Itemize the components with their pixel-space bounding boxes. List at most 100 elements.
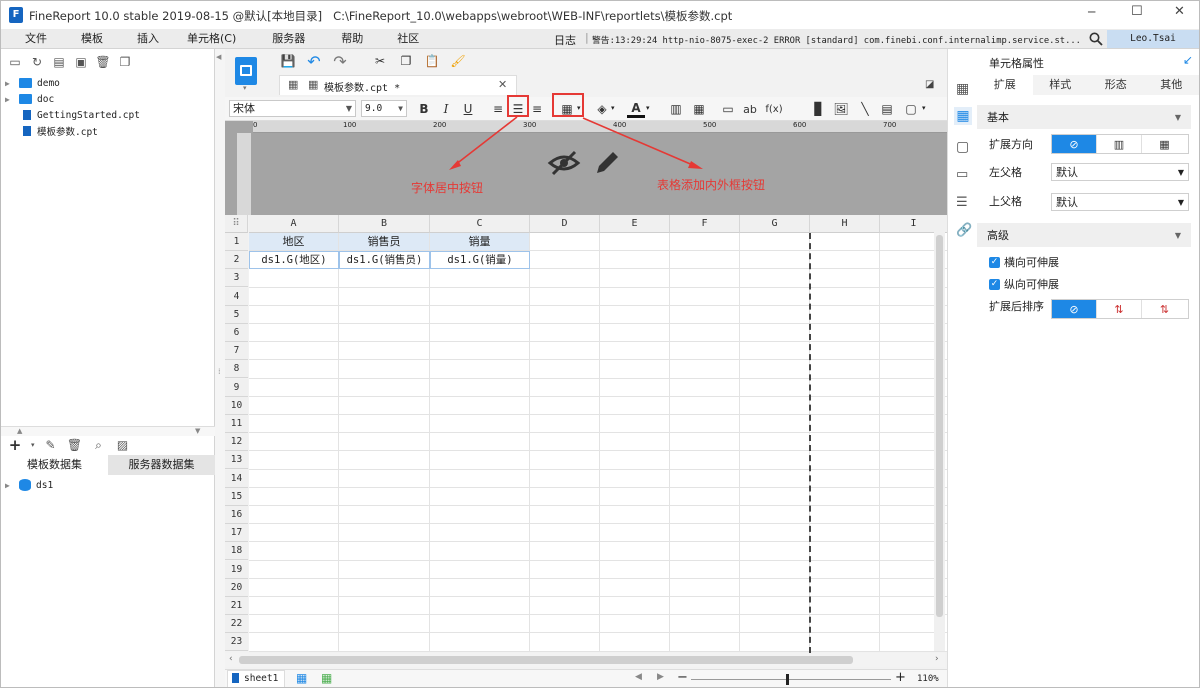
grid-cell[interactable]: [249, 433, 339, 452]
zoom-slider-thumb[interactable]: [786, 674, 789, 685]
editor-tab[interactable]: ▦ ▦ 模板参数.cpt * ✕: [279, 75, 517, 95]
row-header[interactable]: 20: [225, 578, 248, 597]
grid-cell[interactable]: [339, 560, 430, 579]
grid-cell[interactable]: [430, 305, 530, 324]
grid-cell[interactable]: [740, 578, 810, 597]
collapse-panel-icon[interactable]: ↙: [1183, 53, 1193, 67]
grid-cell[interactable]: [740, 251, 810, 270]
grid-cell[interactable]: [530, 342, 600, 361]
grid-cell[interactable]: [430, 451, 530, 470]
grid-cell[interactable]: [810, 560, 880, 579]
new-template-icon[interactable]: ▣: [73, 54, 89, 70]
grid-cell[interactable]: [430, 415, 530, 434]
row-header[interactable]: 6: [225, 324, 248, 342]
grid-cell[interactable]: [600, 524, 670, 543]
zoom-slider-track[interactable]: [691, 679, 891, 680]
grid-cell[interactable]: [430, 560, 530, 579]
tab-other[interactable]: 其他: [1144, 75, 1200, 95]
row-header[interactable]: 4: [225, 287, 248, 306]
v-expand-checkbox[interactable]: ✓ 纵向可伸展: [989, 276, 1059, 292]
grid-cell[interactable]: [430, 542, 530, 561]
grid-cell[interactable]: [249, 615, 339, 634]
grid-cell[interactable]: [249, 378, 339, 397]
grid-cell[interactable]: [670, 433, 740, 452]
grid-cell[interactable]: [530, 287, 600, 306]
grid-cell[interactable]: [740, 342, 810, 361]
delete-icon[interactable]: 🗑: [95, 54, 111, 70]
grid-cell[interactable]: [670, 615, 740, 634]
grid-cell[interactable]: [810, 542, 880, 561]
format-brush-icon[interactable]: 🖌: [449, 52, 467, 70]
up-parent-select[interactable]: 默认 ▼: [1051, 193, 1189, 211]
grid-cell[interactable]: [339, 451, 430, 470]
row-header[interactable]: 8: [225, 360, 248, 379]
add-dataset-icon[interactable]: +: [7, 436, 23, 454]
grid-cell[interactable]: [530, 378, 600, 397]
grid-cell[interactable]: [430, 360, 530, 379]
grid-cell[interactable]: [810, 378, 880, 397]
widget-icon[interactable]: ▭: [956, 167, 968, 182]
grid-cell[interactable]: [530, 251, 600, 270]
row-header[interactable]: 17: [225, 524, 248, 543]
left-parent-select[interactable]: 默认 ▼: [1051, 163, 1189, 181]
grid-cell[interactable]: [670, 342, 740, 361]
grid-cell[interactable]: [670, 487, 740, 506]
grid-cell[interactable]: [810, 469, 880, 488]
horizontal-scroll-thumb[interactable]: [239, 656, 853, 664]
grid-cell[interactable]: [740, 560, 810, 579]
grid-cell[interactable]: [249, 542, 339, 561]
row-header[interactable]: 7: [225, 342, 248, 361]
row-header[interactable]: 21: [225, 597, 248, 615]
grid-cell[interactable]: [249, 560, 339, 579]
grid-cell[interactable]: [810, 269, 880, 288]
close-tab-icon[interactable]: ✕: [498, 78, 507, 91]
vertical-expand-option[interactable]: ▥: [1097, 135, 1142, 153]
sort-descending-icon[interactable]: ⇅: [1142, 300, 1187, 318]
grid-cell[interactable]: [600, 251, 670, 270]
data-cell[interactable]: ds1.G(地区): [249, 251, 339, 270]
grid-cell[interactable]: [249, 396, 339, 415]
grid-cell[interactable]: [249, 487, 339, 506]
grid-cell[interactable]: [670, 597, 740, 616]
basic-section-header[interactable]: 基本 ▼: [977, 105, 1191, 129]
row-header[interactable]: 5: [225, 305, 248, 324]
header-cell[interactable]: 地区: [249, 233, 339, 252]
grid-cell[interactable]: [670, 451, 740, 470]
grid-cell[interactable]: [600, 360, 670, 379]
grid-cell[interactable]: [600, 396, 670, 415]
grid-cell[interactable]: [530, 578, 600, 597]
grid-cell[interactable]: [740, 396, 810, 415]
condition-icon[interactable]: ☰: [956, 195, 968, 210]
grid-cell[interactable]: [600, 233, 670, 252]
grid-cell[interactable]: [670, 578, 740, 597]
advanced-section-header[interactable]: 高级 ▼: [977, 223, 1191, 247]
cell-element-icon[interactable]: ▦: [956, 81, 969, 97]
grid-cell[interactable]: [600, 578, 670, 597]
grid-cell[interactable]: [670, 469, 740, 488]
page-prev-icon[interactable]: ◀: [635, 672, 642, 682]
grid-cell[interactable]: [430, 633, 530, 652]
h-expand-checkbox[interactable]: ✓ 横向可伸展: [989, 254, 1059, 270]
grid-cell[interactable]: [430, 269, 530, 288]
grid-cell[interactable]: [810, 415, 880, 434]
grid-cell[interactable]: [430, 506, 530, 525]
grid-cell[interactable]: [600, 269, 670, 288]
grid-cell[interactable]: [740, 451, 810, 470]
vertical-scroll-thumb[interactable]: [936, 235, 943, 617]
warning-message[interactable]: 警告:13:29:24 http-nio-8075-exec-2 ERROR […: [592, 33, 1085, 46]
row-header[interactable]: 3: [225, 269, 248, 288]
menu-cell[interactable]: 单元格(C): [177, 29, 262, 49]
grid-cell[interactable]: [810, 615, 880, 634]
grid-cell[interactable]: [249, 287, 339, 306]
copy-cells-icon[interactable]: ❐: [397, 52, 415, 70]
refresh-icon[interactable]: ↻: [29, 54, 45, 70]
column-header[interactable]: B: [339, 215, 430, 233]
grid-cell[interactable]: [600, 415, 670, 434]
grid-cell[interactable]: [530, 324, 600, 343]
add-sheet-alt-icon[interactable]: ▦: [321, 671, 332, 685]
column-header[interactable]: C: [430, 215, 530, 233]
grid-cell[interactable]: [339, 305, 430, 324]
grid-cell[interactable]: [810, 305, 880, 324]
row-header[interactable]: 9: [225, 378, 248, 397]
grid-cell[interactable]: [530, 542, 600, 561]
